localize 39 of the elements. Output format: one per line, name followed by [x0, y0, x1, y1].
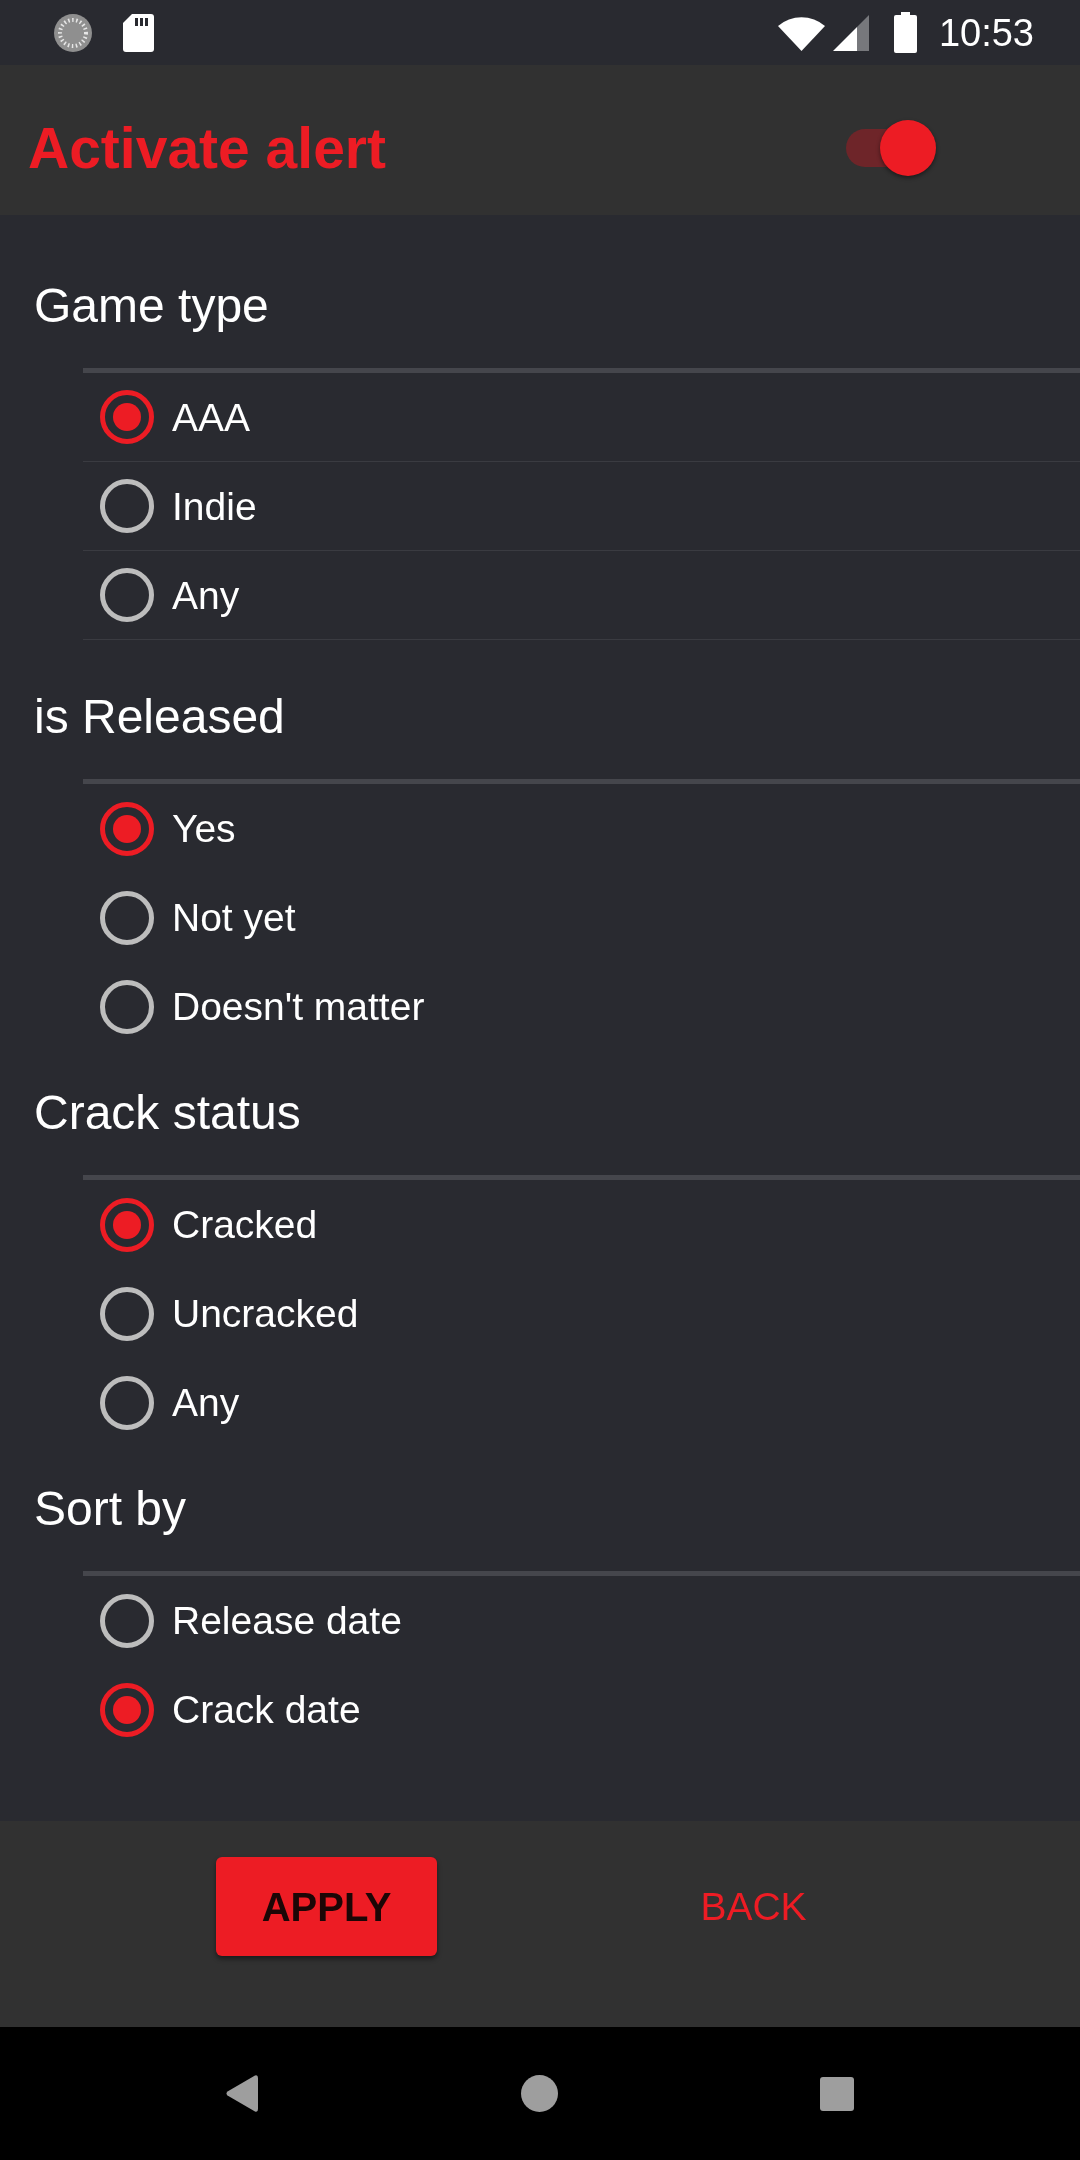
wifi-icon [777, 14, 825, 51]
option-label: Indie [172, 486, 257, 526]
apply-button[interactable]: APPLY [216, 1857, 437, 1956]
option-label: Crack date [172, 1690, 361, 1729]
back-nav-icon[interactable] [226, 2075, 258, 2112]
option-label: Doesn't matter [172, 987, 425, 1026]
radio-button[interactable] [100, 1197, 154, 1252]
radio-button[interactable] [100, 1593, 154, 1648]
radio-button[interactable] [100, 801, 154, 856]
home-nav-icon[interactable] [521, 2075, 558, 2112]
radio-button[interactable] [100, 1682, 154, 1737]
clock-time: 10:53 [938, 13, 1034, 52]
option-label: Any [172, 575, 240, 615]
sd-card-icon [123, 13, 154, 52]
recents-nav-icon[interactable] [820, 2076, 854, 2111]
option-label: Not yet [172, 898, 296, 937]
battery-icon [893, 12, 917, 53]
back-button[interactable]: BACK [643, 1857, 864, 1956]
radio-button[interactable] [100, 979, 154, 1034]
option-label: Release date [172, 1601, 402, 1640]
section-heading: Crack status [34, 1089, 301, 1137]
option-label: AAA [172, 397, 251, 437]
radio-button[interactable] [100, 568, 154, 622]
option-label: Cracked [172, 1205, 318, 1244]
radio-button[interactable] [100, 479, 154, 533]
section-heading: is Released [34, 693, 285, 741]
toggle-switch[interactable] [846, 120, 936, 176]
radio-button[interactable] [100, 390, 154, 444]
screen-title: Activate alert [28, 119, 386, 177]
radio-button[interactable] [100, 1286, 154, 1341]
option-label: Any [172, 1383, 240, 1422]
spinner-icon [54, 13, 92, 52]
option-label: Uncracked [172, 1294, 359, 1333]
option-label: Yes [172, 809, 236, 848]
section-heading: Game type [34, 282, 269, 330]
section-heading: Sort by [34, 1485, 187, 1533]
signal-icon [832, 14, 869, 51]
radio-button[interactable] [100, 1375, 154, 1430]
radio-button[interactable] [100, 890, 154, 945]
